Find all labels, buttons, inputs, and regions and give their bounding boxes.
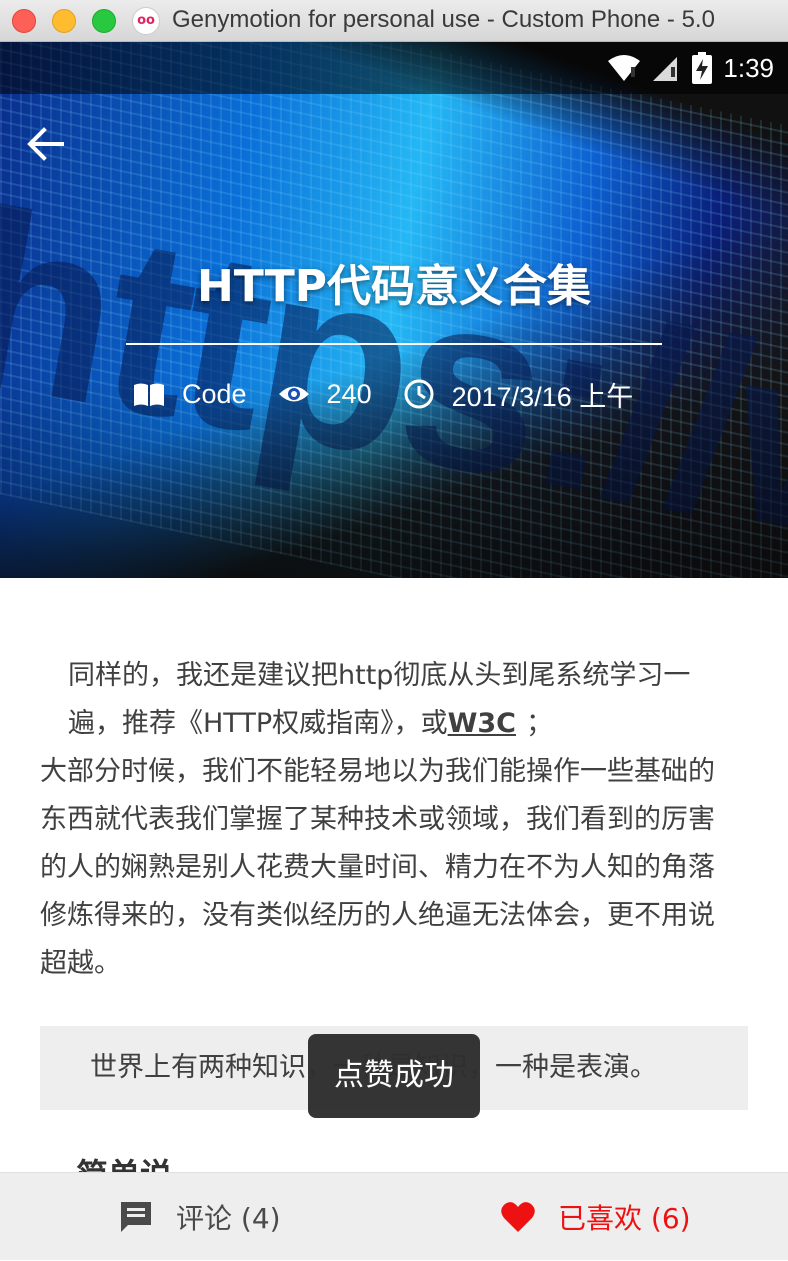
article-meta: Code 240 2017/3/16 上午 [132, 372, 663, 416]
cell-signal-icon [653, 57, 678, 81]
category-label[interactable]: Code [182, 379, 247, 410]
window-minimize-button[interactable] [52, 9, 76, 33]
comment-button[interactable]: 评论 (4) [118, 1173, 281, 1261]
article-paragraph: 大部分时候，我们不能轻易地以为我们能操作一些基础的东西就代表我们掌握了某种技术或… [40, 756, 715, 979]
page-title: HTTP代码意义合集 [196, 261, 592, 312]
wifi-icon [608, 55, 641, 81]
arrow-left-icon [27, 127, 64, 161]
battery-charging-icon [692, 52, 713, 84]
book-open-icon [134, 383, 164, 406]
android-status-bar: 1:39 [0, 42, 788, 94]
comment-icon [121, 1202, 151, 1232]
window-titlebar: oo Genymotion for personal use - Custom … [0, 0, 788, 42]
like-button[interactable]: 已喜欢 (6) [500, 1173, 691, 1261]
comment-label: 评论 (4) [176, 1202, 281, 1235]
publish-date: 2017/3/16 上午 [451, 381, 634, 412]
window-close-button[interactable] [12, 9, 36, 33]
paragraph-text: ； [526, 708, 553, 739]
back-button[interactable] [24, 122, 68, 166]
title-divider [126, 343, 662, 345]
bottom-action-bar: 评论 (4) 已喜欢 (6) [0, 1172, 788, 1260]
genymotion-logo-icon: oo [132, 7, 160, 35]
eye-icon [278, 386, 309, 402]
views-count: 240 [326, 378, 372, 409]
toast-message: 点赞成功 [308, 1034, 480, 1118]
article-body: 同样的，我还是建议把http彻底从头到尾系统学习一遍，推荐《HTTP权威指南》，… [40, 652, 740, 988]
heart-icon [501, 1202, 535, 1232]
article-paragraph: 同样的，我还是建议把http彻底从头到尾系统学习一遍，推荐《HTTP权威指南》，… [40, 652, 740, 748]
w3c-link[interactable]: W3C [448, 708, 526, 739]
like-label: 已喜欢 (6) [558, 1202, 691, 1235]
window-title: Genymotion for personal use - Custom Pho… [172, 6, 715, 33]
clock-icon [404, 379, 434, 409]
window-zoom-button[interactable] [92, 9, 116, 33]
status-time: 1:39 [723, 52, 774, 83]
paragraph-text: 同样的，我还是建议把http彻底从头到尾系统学习一遍，推荐《HTTP权威指南》，… [68, 660, 691, 739]
